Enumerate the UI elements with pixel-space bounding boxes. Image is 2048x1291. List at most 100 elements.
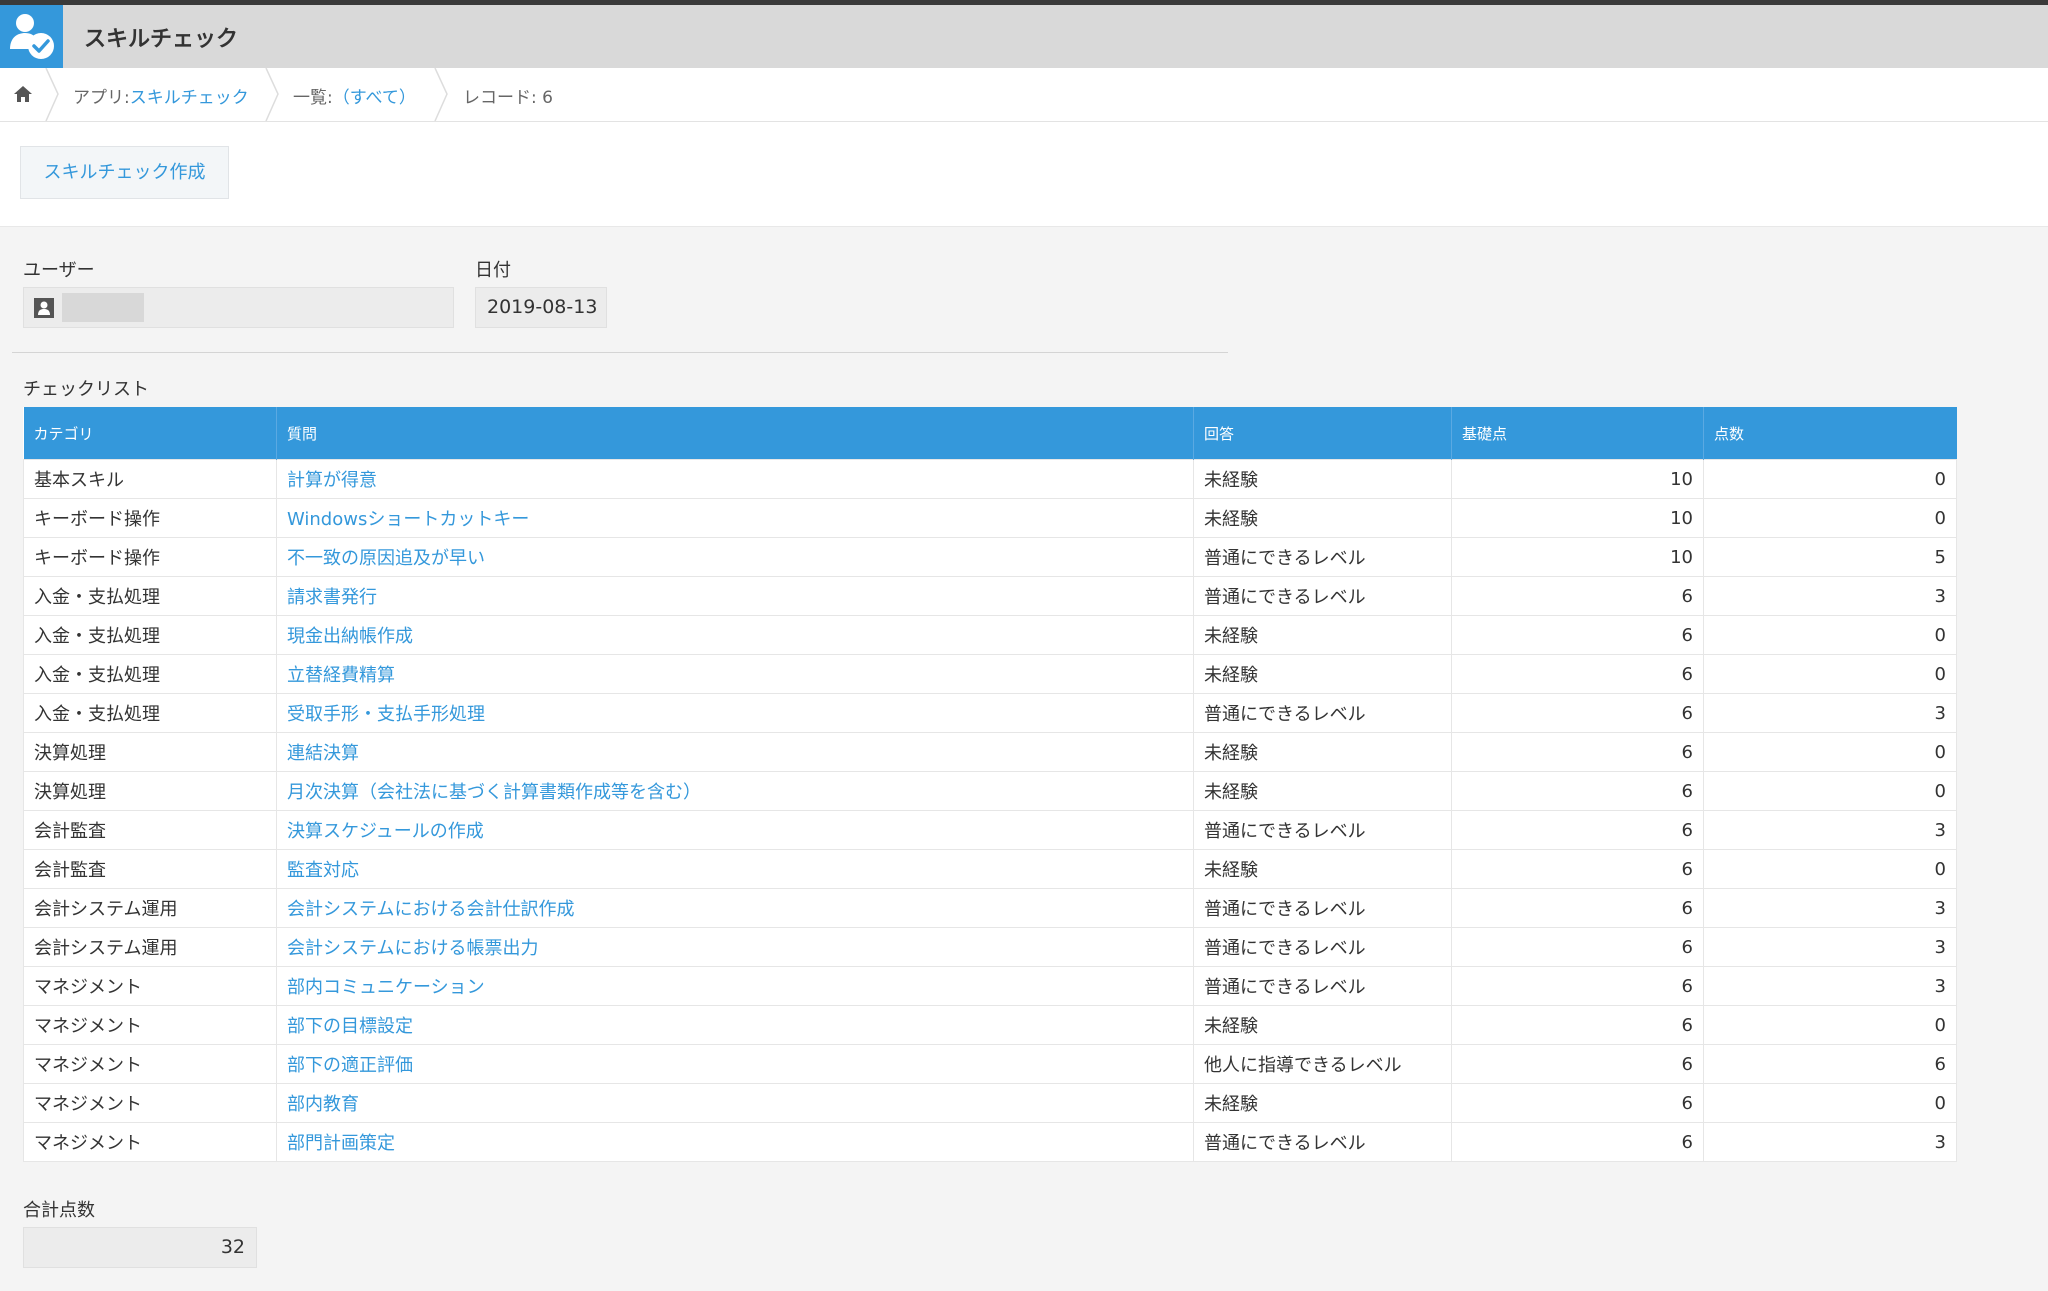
cell-score: 5 xyxy=(1703,537,1957,577)
cell-question-link[interactable]: 不一致の原因追及が早い xyxy=(276,537,1194,577)
divider xyxy=(12,352,1228,353)
cell-answer: 普通にできるレベル xyxy=(1193,537,1452,577)
cell-answer: 普通にできるレベル xyxy=(1193,966,1452,1006)
table-header-row: カテゴリ 質問 回答 基礎点 点数 xyxy=(23,407,1957,460)
cell-question-link[interactable]: 部下の目標設定 xyxy=(276,1005,1194,1045)
user-name-redacted[interactable] xyxy=(62,293,144,322)
table-row: マネジメント 部内教育 未経験 6 0 xyxy=(23,1083,1957,1123)
cell-question-link[interactable]: 決算スケジュールの作成 xyxy=(276,810,1194,850)
cell-question-link[interactable]: 会計システムにおける会計仕訳作成 xyxy=(276,888,1194,928)
cell-base-points: 6 xyxy=(1451,615,1704,655)
create-skillcheck-button[interactable]: スキルチェック作成 xyxy=(20,146,229,199)
cell-score: 0 xyxy=(1703,849,1957,889)
chevron-right-icon xyxy=(434,68,448,121)
cell-category: 会計システム運用 xyxy=(23,927,277,967)
total-label: 合計点数 xyxy=(23,1200,95,1221)
column-header-category: カテゴリ xyxy=(23,407,277,460)
cell-answer: 他人に指導できるレベル xyxy=(1193,1044,1452,1084)
cell-base-points: 6 xyxy=(1451,966,1704,1006)
table-row: 基本スキル 計算が得意 未経験 10 0 xyxy=(23,459,1957,499)
cell-answer: 未経験 xyxy=(1193,498,1452,538)
table-row: 会計システム運用 会計システムにおける帳票出力 普通にできるレベル 6 3 xyxy=(23,927,1957,967)
cell-score: 0 xyxy=(1703,1083,1957,1123)
cell-answer: 未経験 xyxy=(1193,732,1452,772)
user-check-icon[interactable] xyxy=(0,5,63,68)
table-row: マネジメント 部内コミュニケーション 普通にできるレベル 6 3 xyxy=(23,966,1957,1006)
cell-question-link[interactable]: 月次決算（会社法に基づく計算書類作成等を含む） xyxy=(276,771,1194,811)
table-row: 会計監査 監査対応 未経験 6 0 xyxy=(23,849,1957,889)
chevron-right-icon xyxy=(265,68,279,121)
cell-category: 会計監査 xyxy=(23,849,277,889)
cell-question-link[interactable]: 連結決算 xyxy=(276,732,1194,772)
breadcrumb-app-link[interactable]: スキルチェック xyxy=(130,88,249,108)
cell-score: 0 xyxy=(1703,1005,1957,1045)
app-header: スキルチェック xyxy=(0,5,2048,68)
cell-question-link[interactable]: 計算が得意 xyxy=(276,459,1194,499)
cell-question-link[interactable]: 監査対応 xyxy=(276,849,1194,889)
cell-score: 0 xyxy=(1703,498,1957,538)
cell-base-points: 6 xyxy=(1451,771,1704,811)
chevron-right-icon xyxy=(45,68,59,121)
home-icon[interactable] xyxy=(12,83,34,105)
cell-answer: 普通にできるレベル xyxy=(1193,1122,1452,1162)
cell-category: マネジメント xyxy=(23,966,277,1006)
date-label: 日付 xyxy=(475,260,511,281)
breadcrumb: アプリ:スキルチェック 一覧:（すべて） レコード: 6 xyxy=(0,68,2048,122)
cell-question-link[interactable]: 請求書発行 xyxy=(276,576,1194,616)
cell-score: 3 xyxy=(1703,888,1957,928)
breadcrumb-view-link[interactable]: （すべて） xyxy=(333,88,416,108)
cell-score: 3 xyxy=(1703,576,1957,616)
cell-base-points: 6 xyxy=(1451,1122,1704,1162)
cell-base-points: 6 xyxy=(1451,654,1704,694)
cell-question-link[interactable]: Windowsショートカットキー xyxy=(276,498,1194,538)
date-value: 2019-08-13 xyxy=(487,296,598,318)
total-field: 32 xyxy=(23,1227,257,1268)
cell-category: 決算処理 xyxy=(23,771,277,811)
cell-question-link[interactable]: 部門計画策定 xyxy=(276,1122,1194,1162)
table-row: 入金・支払処理 立替経費精算 未経験 6 0 xyxy=(23,654,1957,694)
table-row: 入金・支払処理 請求書発行 普通にできるレベル 6 3 xyxy=(23,576,1957,616)
cell-category: 入金・支払処理 xyxy=(23,693,277,733)
cell-answer: 普通にできるレベル xyxy=(1193,927,1452,967)
column-header-question: 質問 xyxy=(276,407,1194,460)
cell-score: 0 xyxy=(1703,771,1957,811)
cell-base-points: 10 xyxy=(1451,459,1704,499)
cell-base-points: 6 xyxy=(1451,1044,1704,1084)
cell-question-link[interactable]: 部下の適正評価 xyxy=(276,1044,1194,1084)
cell-answer: 未経験 xyxy=(1193,849,1452,889)
cell-base-points: 6 xyxy=(1451,576,1704,616)
user-icon xyxy=(34,298,54,318)
cell-base-points: 6 xyxy=(1451,732,1704,772)
breadcrumb-app[interactable]: アプリ:スキルチェック xyxy=(73,83,249,108)
user-field xyxy=(23,287,454,328)
cell-category: 決算処理 xyxy=(23,732,277,772)
cell-answer: 普通にできるレベル xyxy=(1193,810,1452,850)
table-row: マネジメント 部下の目標設定 未経験 6 0 xyxy=(23,1005,1957,1045)
cell-score: 0 xyxy=(1703,654,1957,694)
cell-question-link[interactable]: 現金出納帳作成 xyxy=(276,615,1194,655)
cell-score: 0 xyxy=(1703,459,1957,499)
checklist-table: カテゴリ 質問 回答 基礎点 点数 基本スキル 計算が得意 未経験 10 0 キーボード操… xyxy=(23,407,1957,1162)
cell-score: 3 xyxy=(1703,693,1957,733)
cell-score: 6 xyxy=(1703,1044,1957,1084)
table-row: マネジメント 部門計画策定 普通にできるレベル 6 3 xyxy=(23,1122,1957,1162)
breadcrumb-view[interactable]: 一覧:（すべて） xyxy=(293,83,416,108)
cell-question-link[interactable]: 受取手形・支払手形処理 xyxy=(276,693,1194,733)
cell-question-link[interactable]: 会計システムにおける帳票出力 xyxy=(276,927,1194,967)
cell-answer: 未経験 xyxy=(1193,1005,1452,1045)
cell-question-link[interactable]: 立替経費精算 xyxy=(276,654,1194,694)
column-header-base-points: 基礎点 xyxy=(1451,407,1704,460)
table-row: キーボード操作 不一致の原因追及が早い 普通にできるレベル 10 5 xyxy=(23,537,1957,577)
cell-question-link[interactable]: 部内教育 xyxy=(276,1083,1194,1123)
cell-category: 会計システム運用 xyxy=(23,888,277,928)
cell-category: マネジメント xyxy=(23,1044,277,1084)
table-row: 決算処理 月次決算（会社法に基づく計算書類作成等を含む） 未経験 6 0 xyxy=(23,771,1957,811)
cell-base-points: 6 xyxy=(1451,888,1704,928)
cell-question-link[interactable]: 部内コミュニケーション xyxy=(276,966,1194,1006)
table-row: 会計システム運用 会計システムにおける会計仕訳作成 普通にできるレベル 6 3 xyxy=(23,888,1957,928)
cell-category: 入金・支払処理 xyxy=(23,615,277,655)
table-row: 入金・支払処理 受取手形・支払手形処理 普通にできるレベル 6 3 xyxy=(23,693,1957,733)
cell-category: マネジメント xyxy=(23,1083,277,1123)
cell-category: 入金・支払処理 xyxy=(23,654,277,694)
column-header-score: 点数 xyxy=(1703,407,1957,460)
